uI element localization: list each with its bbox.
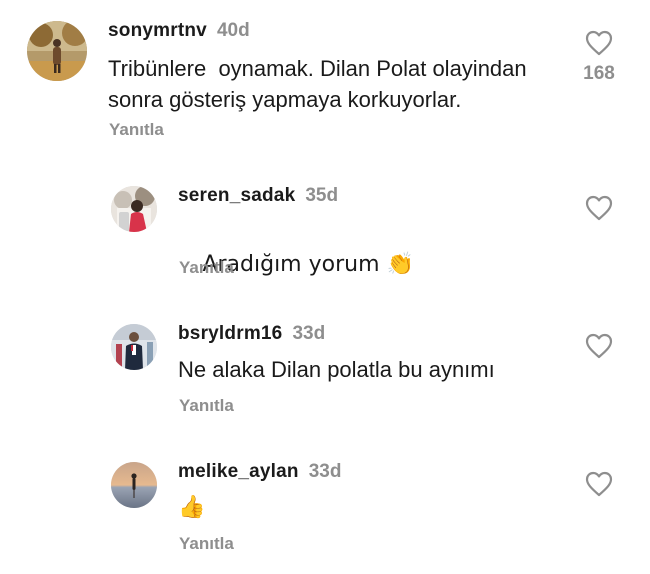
timestamp: 40d [216, 20, 250, 41]
avatar[interactable] [111, 324, 157, 370]
avatar-image [111, 324, 157, 370]
avatar-image [111, 186, 157, 232]
comment-text: Ne alaka Dilan polatla bu aynımı [178, 357, 495, 382]
username[interactable]: melike_aylan [178, 461, 299, 482]
avatar[interactable] [111, 462, 157, 508]
comment-text: Aradığım yorum 👏 [178, 217, 558, 311]
comment-text: Tribünlere oynamak. Dilan Polat olayinda… [108, 56, 527, 112]
reply-button[interactable]: Yanıtla [109, 120, 164, 140]
heart-outline-icon [585, 30, 613, 56]
avatar[interactable] [27, 21, 87, 81]
avatar-image [27, 21, 87, 81]
like-button[interactable] [585, 333, 613, 359]
reply-button[interactable]: Yanıtla [179, 258, 234, 278]
heart-outline-icon [585, 195, 613, 221]
heart-outline-icon [585, 333, 613, 359]
reply-comment: melike_aylan 33d 👍 Yanıtla [0, 446, 650, 574]
reply-comment: seren_sadak 35d Aradığım yorum 👏 Yanıtla [0, 170, 650, 290]
reply-button[interactable]: Yanıtla [179, 534, 234, 554]
comment-header: melike_aylan 33d [178, 461, 341, 483]
comment-header: seren_sadak 35d [178, 185, 338, 207]
comment-text-content: Aradığım yorum 👏 [202, 252, 414, 277]
like-count: 168 [583, 63, 615, 84]
like-button[interactable] [585, 471, 613, 497]
reply-comment: bsryldrm16 33d Ne alaka Dilan polatla bu … [0, 308, 650, 428]
comment-text: 👍 [178, 495, 206, 520]
timestamp: 35d [305, 185, 339, 206]
heart-outline-icon [585, 471, 613, 497]
timestamp: 33d [308, 461, 342, 482]
like-button[interactable] [585, 30, 613, 56]
reply-button[interactable]: Yanıtla [179, 396, 234, 416]
comment: sonymrtnv 40d Tribünlere oynamak. Dilan P… [0, 0, 650, 150]
comment-header: sonymrtnv 40d [108, 20, 250, 42]
username[interactable]: seren_sadak [178, 185, 295, 206]
username[interactable]: bsryldrm16 [178, 323, 282, 344]
avatar-image [111, 462, 157, 508]
like-button[interactable] [585, 195, 613, 221]
username[interactable]: sonymrtnv [108, 20, 207, 41]
avatar[interactable] [111, 186, 157, 232]
comment-header: bsryldrm16 33d [178, 323, 325, 345]
timestamp: 33d [292, 323, 326, 344]
